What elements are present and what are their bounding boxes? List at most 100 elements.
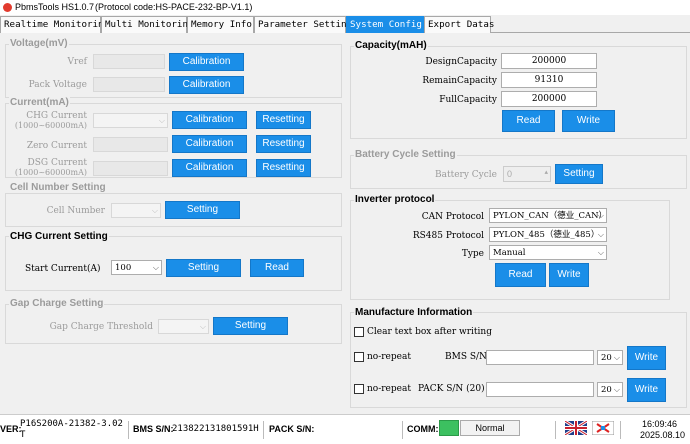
tab-export-datas[interactable]: Export Datas [424,16,494,33]
pack-voltage-input[interactable] [93,77,165,92]
chevron-down-icon: ⌵ [151,206,158,215]
gap-charge-title: Gap Charge Setting [9,298,105,309]
clear-textbox-label: Clear text box after writing [367,327,492,337]
pack-voltage-label: Pack Voltage [28,80,87,90]
divider [555,421,556,439]
dsg-current-text: DSG Current [27,158,87,168]
zero-current-input[interactable] [93,137,168,152]
pack-sn-status-label: PACK S/N: [269,424,315,434]
chg-current-setting-title: CHG Current Setting [9,231,109,242]
clear-textbox-checkbox[interactable] [354,327,364,337]
capacity-read-button[interactable]: Read [502,110,555,132]
tools-icon[interactable] [592,421,614,435]
manufacture-title: Manufacture Information [354,307,474,318]
tab-bar: Realtime Monitoring Multi Monitoring Mem… [0,16,690,33]
vref-label: Vref [67,57,87,67]
pack-norepeat-checkbox[interactable] [354,384,364,394]
full-capacity-label: FullCapacity [439,95,497,105]
bms-sn-length-select[interactable]: 20 ⌵ [597,350,623,365]
battery-cycle-label: Battery Cycle [434,170,497,180]
start-current-select[interactable]: 100 ⌵ [111,260,162,275]
tab-multi-monitoring[interactable]: Multi Monitoring [101,16,194,33]
tab-memory-info[interactable]: Memory Info. [187,16,257,33]
capacity-write-button[interactable]: Write [562,110,615,132]
chg-calibration-button[interactable]: Calibration [172,111,247,129]
voltage-title: Voltage(mV) [9,38,69,49]
bms-sn-write-button[interactable]: Write [627,346,666,370]
app-title: PbmsTools HS1.0.7 [15,2,95,12]
inverter-write-button[interactable]: Write [549,263,589,287]
comm-status: Normal [460,420,520,436]
full-capacity-input[interactable]: 200000 [501,91,597,107]
cell-number-title: Cell Number Setting [9,182,107,193]
vref-calibration-button[interactable]: Calibration [169,53,244,71]
pack-sn-input[interactable] [486,382,594,397]
chg-current-label: CHG Current (1000~60000mA) [10,112,87,131]
battery-cycle-title: Battery Cycle Setting [354,149,457,160]
divider [402,421,403,439]
protocol-code: (Protocol code:HS-PACE-232-BP-V1.1) [95,2,253,12]
tab-realtime-monitoring[interactable]: Realtime Monitoring [0,16,109,33]
cell-number-setting-button[interactable]: Setting [165,201,240,219]
chevron-down-icon: ⌵ [597,230,604,239]
ver-label: VER: [0,424,22,434]
vref-input[interactable] [93,54,165,69]
chg-current-range: (1000~60000mA) [14,121,87,130]
inverter-read-button[interactable]: Read [495,263,546,287]
pack-voltage-calibration-button[interactable]: Calibration [169,76,244,94]
zero-calibration-button[interactable]: Calibration [172,135,247,153]
zero-resetting-button[interactable]: Resetting [256,135,311,153]
rs485-protocol-label: RS485 Protocol [412,231,484,241]
gap-charge-setting-button[interactable]: Setting [213,317,288,335]
pack-sn-write-button[interactable]: Write [627,378,666,402]
gap-charge-select[interactable]: ⌵ [158,319,209,334]
can-protocol-select[interactable]: PYLON_CAN（德业_CAN） ⌵ [489,208,607,223]
chevron-down-icon: ⌵ [613,385,620,394]
chevron-down-icon: ⌵ [597,248,604,257]
start-current-setting-button[interactable]: Setting [166,259,241,277]
type-select[interactable]: Manual ⌵ [489,245,607,260]
pack-norepeat-label: no-repeat [367,384,411,394]
cell-number-label: Cell Number [46,206,105,216]
comm-label: COMM: [407,424,439,434]
start-current-read-button[interactable]: Read [250,259,304,277]
bms-sn-input[interactable] [486,350,594,365]
remain-capacity-input[interactable]: 91310 [501,72,597,88]
dsg-resetting-button[interactable]: Resetting [256,159,311,177]
bms-sn-status-value: 213822131801591H [172,424,259,434]
start-current-value: 100 [115,263,132,273]
status-date: 2025.08.10 [640,430,686,440]
type-value: Manual [493,248,526,258]
english-flag-icon[interactable] [565,421,587,435]
design-capacity-input[interactable]: 200000 [501,53,597,69]
comm-ok-indicator [439,420,459,436]
dsg-calibration-button[interactable]: Calibration [172,159,247,177]
chg-current-select[interactable]: ⌵ [93,113,168,128]
title-bar: PbmsTools HS1.0.7 (Protocol code:HS-PACE… [0,0,690,15]
battery-cycle-setting-button[interactable]: Setting [555,164,603,184]
start-current-label: Start Current(A) [25,264,101,274]
current-title: Current(mA) [9,97,70,108]
rs485-protocol-value: PYLON_485（德业_485） [493,230,600,240]
bms-sn-label: BMS S/N [445,352,487,362]
gap-charge-label: Gap Charge Threshold [49,322,153,332]
ver-line1: P16S200A-21382-3.02 [20,419,123,429]
pack-sn-length-select[interactable]: 20 ⌵ [597,382,623,397]
rs485-protocol-select[interactable]: PYLON_485（德业_485） ⌵ [489,227,607,242]
ver-line2: T [20,430,26,440]
zero-current-label: Zero Current [26,141,87,151]
bms-norepeat-checkbox[interactable] [354,352,364,362]
divider [263,421,264,439]
dsg-current-range: (1000~60000mA) [14,168,87,177]
spinner-arrows-icon: ▴ [544,169,548,176]
capacity-title: Capacity(mAH) [354,40,428,51]
battery-cycle-spinner[interactable]: 0 ▴ [503,166,551,182]
chg-resetting-button[interactable]: Resetting [256,111,311,129]
tab-system-config[interactable]: System Config. [346,16,427,33]
chevron-down-icon: ⌵ [152,263,159,272]
cell-number-select[interactable]: ⌵ [111,203,161,218]
dsg-current-input[interactable] [93,161,168,176]
tab-parameter-setting[interactable]: Parameter Setting [254,16,352,33]
bms-norepeat-label: no-repeat [367,352,411,362]
status-time: 16:09:46 [642,419,678,429]
